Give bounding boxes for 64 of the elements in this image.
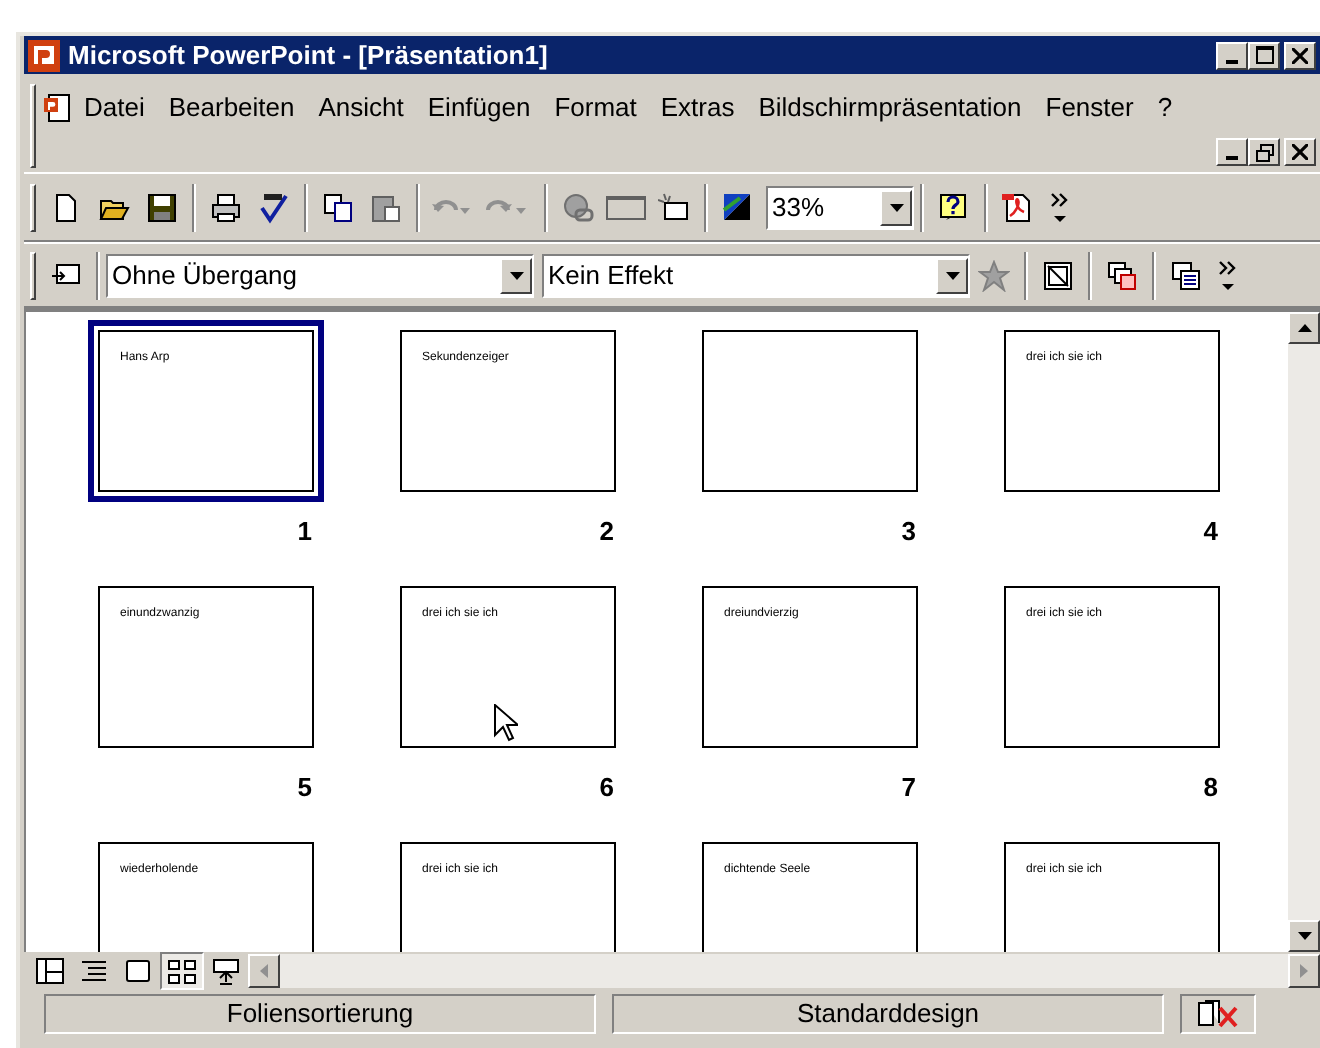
app-icon [28, 39, 60, 71]
globe-icon[interactable] [562, 191, 594, 223]
slide-number: 6 [599, 772, 614, 804]
document-icon[interactable] [42, 92, 74, 124]
star-icon[interactable] [978, 259, 1010, 291]
close-icon [1292, 47, 1308, 63]
slide-number: 4 [1203, 516, 1218, 548]
maximize-icon [1255, 46, 1273, 64]
new-document-icon[interactable] [50, 191, 82, 223]
dropdown-arrow-icon[interactable] [889, 203, 903, 211]
dropdown-arrow-icon[interactable] [945, 271, 959, 279]
status-panel: Foliensortierung [44, 994, 596, 1034]
horizontal-scrollbar[interactable] [280, 954, 1288, 988]
more-buttons-icon[interactable] [1218, 255, 1238, 295]
menu-item[interactable]: Datei [84, 88, 145, 128]
doc-restore-button[interactable] [1248, 138, 1280, 166]
copy-icon[interactable] [322, 191, 354, 223]
slide-number: 3 [901, 516, 916, 548]
more-buttons-icon[interactable] [1050, 187, 1070, 227]
mouse-pointer-icon [494, 704, 518, 742]
hide-slide-icon[interactable] [1042, 259, 1074, 291]
printer-icon[interactable] [210, 191, 242, 223]
slide-number: 7 [901, 772, 916, 804]
paste-icon[interactable] [370, 191, 402, 223]
transition-dropdown[interactable]: Ohne Übergang [106, 253, 534, 297]
new-slide-icon[interactable] [658, 191, 690, 223]
help-icon[interactable] [938, 191, 970, 223]
minimize-icon [1226, 156, 1238, 160]
spelling-status-icon [1196, 998, 1240, 1030]
doc-close-button[interactable] [1284, 138, 1316, 166]
pdf-document-icon[interactable] [1002, 191, 1034, 223]
restore-icon [1255, 143, 1273, 161]
menu-item[interactable]: ? [1157, 88, 1173, 128]
menu-item[interactable]: Ansicht [318, 88, 404, 128]
menu-item[interactable]: Bearbeiten [168, 88, 295, 128]
slide-number: 1 [297, 516, 312, 548]
grayscale-icon[interactable] [722, 191, 754, 223]
minimize-icon [1226, 59, 1238, 63]
menu-item[interactable]: Bildschirmpräsentation [758, 88, 1022, 128]
close-button[interactable] [1284, 41, 1316, 69]
minimize-button[interactable] [1216, 41, 1248, 69]
window-title: Microsoft PowerPoint - [Präsentation1] [68, 37, 550, 74]
summary-slide-icon[interactable] [1106, 259, 1138, 291]
slide-sorter-view-icon[interactable] [160, 952, 204, 990]
maximize-button[interactable] [1248, 41, 1280, 69]
effect-dropdown[interactable]: Kein Effekt [542, 253, 970, 297]
status-panel: Standarddesign [612, 994, 1164, 1034]
dropdown-arrow-icon[interactable] [509, 271, 523, 279]
vertical-scrollbar[interactable] [1288, 312, 1320, 952]
menu-item[interactable]: Extras [660, 88, 735, 128]
scroll-down-icon[interactable] [1297, 932, 1311, 940]
menu-item[interactable]: Fenster [1045, 88, 1134, 128]
slide-number: 5 [297, 772, 312, 804]
save-icon[interactable] [146, 191, 178, 223]
spell-check-icon[interactable] [258, 191, 290, 223]
zoom-dropdown[interactable]: 33% [766, 185, 914, 229]
menu-item[interactable]: Einfügen [427, 88, 531, 128]
close-icon [1292, 144, 1308, 160]
doc-minimize-button[interactable] [1216, 138, 1248, 166]
slide-number: 2 [599, 516, 614, 548]
speaker-notes-icon[interactable] [1170, 259, 1202, 291]
scroll-up-icon[interactable] [1297, 324, 1311, 332]
menu-item[interactable]: Format [554, 88, 637, 128]
slide-number: 8 [1203, 772, 1218, 804]
